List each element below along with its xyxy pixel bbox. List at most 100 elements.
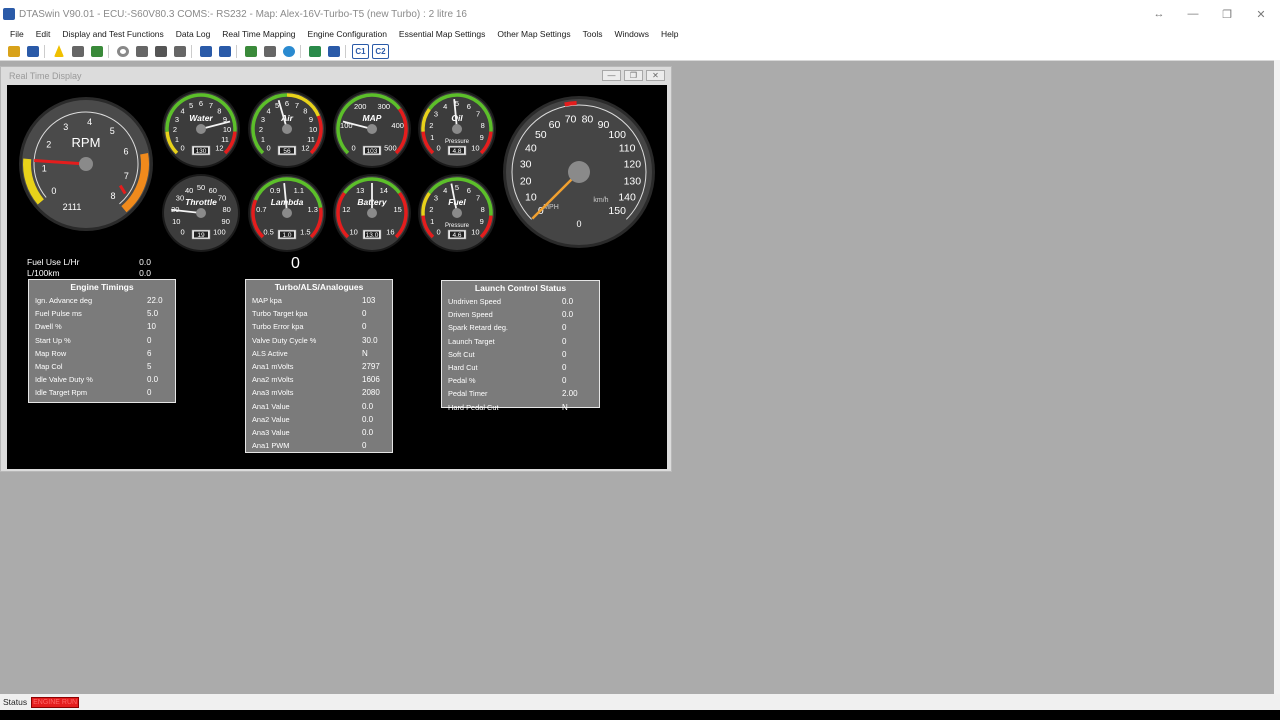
water-tick-label: 12 [215,143,223,152]
row-value: 103 [362,296,376,306]
water-hub [196,124,206,134]
speed-tick-label: 110 [619,142,636,154]
water-label: Water [189,113,213,123]
battery-tick-label: 16 [386,227,394,236]
gear-icon[interactable] [115,44,131,59]
row-value: 0 [362,441,367,451]
lightning-icon[interactable] [51,44,67,59]
fuel-tick-label: 3 [434,194,438,203]
taskbar-strip [0,710,1280,720]
battery-tick-label: 10 [349,227,357,236]
fuel-tick-label: 4 [443,186,447,195]
row-value: 0 [362,322,367,332]
throttle-tick-label: 10 [172,217,180,226]
turbo-icon[interactable] [172,44,188,59]
maximize-button[interactable]: ❐ [1210,0,1244,28]
wrench-icon-glyph [155,45,167,57]
minimize-button[interactable]: — [1176,0,1210,28]
table-row: Ana2 Value 0.0 [246,413,392,426]
table-row: Ana2 mVolts 1606 [246,373,392,386]
oil-tick-label: 8 [481,121,485,130]
menu-item-help[interactable]: Help [655,29,684,39]
speed-tick-label: 100 [608,129,626,141]
row-value: 6 [147,348,152,358]
ignition-icon[interactable] [198,44,214,59]
table-row: Turbo Target kpa 0 [246,307,392,320]
menu-item-engine-configuration[interactable]: Engine Configuration [302,29,393,39]
row-value: 0 [147,388,152,398]
menu-item-file[interactable]: File [4,29,30,39]
speed-tick-label: 50 [535,129,547,141]
lambda-tick-label: 1.1 [294,186,304,195]
speed-tick-label: 150 [608,205,626,217]
water-tick-label: 5 [189,101,193,110]
rpm-gauge: 012345678RPM2111 [19,97,153,231]
throttle-label: Throttle [185,197,217,207]
pencil-icon[interactable] [134,44,150,59]
throttle-tick-label: 70 [218,194,226,203]
menu-item-windows[interactable]: Windows [608,29,654,39]
table-row: Idle Target Rpm 0 [29,386,175,399]
save-icon[interactable] [25,44,41,59]
row-label: Map Row [35,348,67,358]
fuel-sublabel: Pressure [445,223,470,229]
menu-item-display-and-test-functions[interactable]: Display and Test Functions [56,29,169,39]
globe-icon-glyph [283,45,295,57]
table-row: Launch Target 0 [442,335,599,348]
s-icon[interactable] [217,44,233,59]
chart-icon[interactable] [243,44,259,59]
menu-item-essential-map-settings[interactable]: Essential Map Settings [393,29,491,39]
menu-item-other-map-settings[interactable]: Other Map Settings [491,29,576,39]
menu-item-tools[interactable]: Tools [577,29,609,39]
gauge-cluster: 012345 6 789101112Water130 012345 6 789101112… [19,90,655,252]
rpm-tick-label: 8 [110,191,115,201]
close-button[interactable]: ✕ [1244,0,1278,28]
arrow-panel-icon[interactable] [307,44,323,59]
menu-item-data-log[interactable]: Data Log [170,29,217,39]
fuel-tick-label: 9 [480,217,484,226]
child-maximize-button[interactable]: ❐ [624,70,643,81]
fuel-value: 4.6 [452,232,461,239]
row-label: Hard Cut [448,363,478,373]
child-minimize-button[interactable]: — [602,70,621,81]
fuel-use-row: Fuel Use L/Hr 0.0 [27,257,151,267]
tools-icon[interactable] [262,44,278,59]
air-tick-label: 8 [303,107,307,116]
row-label: ALS Active [252,348,288,358]
speed-hub [568,161,590,183]
globe-icon[interactable] [281,44,297,59]
menu-item-real-time-mapping[interactable]: Real Time Mapping [216,29,301,39]
row-value: 0.0 [362,414,374,424]
chip-icon[interactable] [89,44,105,59]
toolbar-separator [108,44,112,58]
row-label: Start Up % [35,335,71,345]
grid-icon[interactable] [326,44,342,59]
air-tick-label: 1 [261,135,265,144]
row-value: 5.0 [147,309,159,319]
row-value: 0.0 [362,427,374,437]
resize-icon[interactable]: ↔ [1142,0,1176,28]
row-label: Ana1 PWM [252,441,290,451]
battery-tick-label: 13 [356,186,364,195]
speed-red-mark [564,101,577,107]
throttle-tick-label: 0 [181,227,185,236]
c1-icon[interactable]: C1 [352,43,369,59]
rpm-tick-label: 4 [87,117,92,127]
fuel-use-label: Fuel Use L/Hr [27,257,80,267]
menu-item-edit[interactable]: Edit [30,29,57,39]
map-tick-label: 0 [352,143,356,152]
child-close-button[interactable]: ✕ [646,70,665,81]
lambda-hub [282,208,292,218]
row-label: Ana3 Value [252,427,290,437]
battery-tick-label: 15 [394,205,402,214]
fuel-economy-label: L/100km [27,268,60,278]
lock-icon[interactable] [70,44,86,59]
c2-icon[interactable]: C2 [372,43,389,59]
throttle-tick-label: 50 [197,183,205,192]
fuel-tick-label: 5 [455,183,459,192]
toolbar-separator [191,44,195,58]
center-readout: 0 [291,255,300,272]
open-folder-icon[interactable] [6,44,22,59]
wrench-icon[interactable] [153,44,169,59]
throttle-gauge: 0102030405060708090100Throttle19 [162,174,240,252]
